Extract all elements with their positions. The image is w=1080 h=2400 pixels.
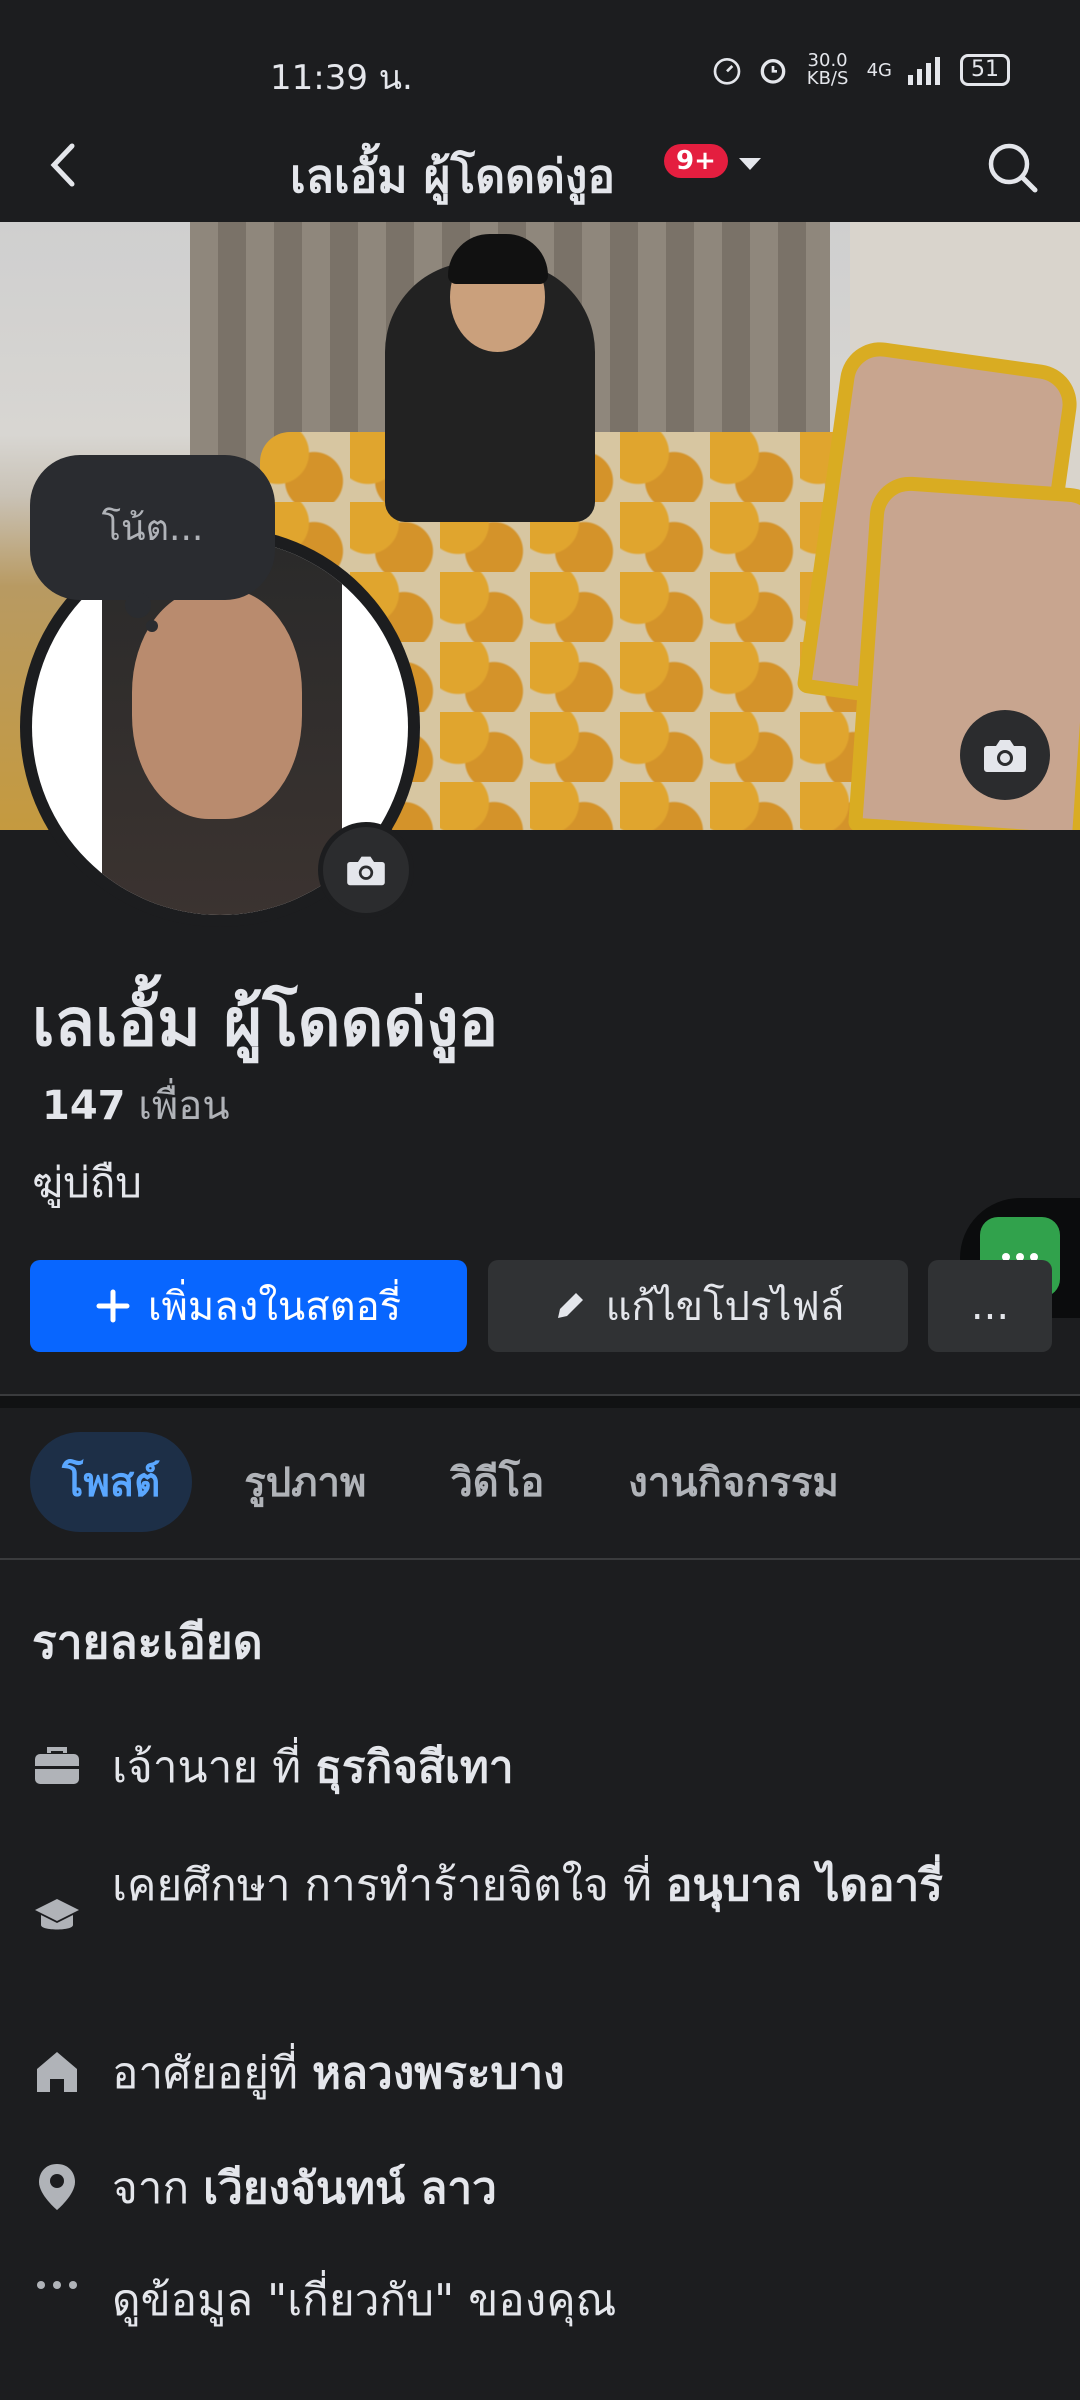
detail-about-link[interactable]: ดูข้อมูล "เกี่ยวกับ" ของคุณ [32,2270,992,2332]
plus-icon [96,1289,130,1323]
detail-work: เจ้านาย ที่ ธุรกิจสีเทา [32,1737,992,1799]
home-icon [32,2047,82,2097]
friends-number: 147 [42,1083,126,1129]
tab-videos[interactable]: วิดีโอ [418,1432,576,1532]
detail-from: จาก เวียงจันทน์ ลาว [32,2158,992,2220]
camera-icon [984,740,1026,772]
edit-avatar-button[interactable] [318,822,414,918]
signal-icon [908,57,940,85]
alarm-icon [760,59,785,84]
edit-profile-button[interactable]: แก้ไขโปรไฟล์ [488,1260,908,1352]
tabs-divider [0,1558,1080,1560]
search-icon [988,143,1038,193]
friends-count[interactable]: 147 เพื่อน [42,1073,230,1137]
edit-cover-button[interactable] [960,710,1050,800]
profile-bio: ฆู่บ่ถืบ [32,1158,142,1207]
lives-place[interactable]: หลวงพระบาง [312,2048,565,2099]
more-options-button[interactable]: ... [928,1260,1052,1352]
location-pin-icon [32,2162,82,2212]
page-title[interactable]: เลเอั้ม ผู้โดดด่งูอ [290,140,615,213]
speedometer-icon [713,57,740,85]
back-arrow-icon [50,143,75,187]
work-prefix: เจ้านาย ที่ [112,1742,316,1793]
education-prefix: เคยศึกษา การทำร้ายจิตใจ ที่ [112,1860,666,1911]
tab-events[interactable]: งานกิจกรรม [596,1432,871,1532]
edit-profile-label: แก้ไขโปรไฟล์ [605,1284,845,1330]
note-bubble-tail [125,592,151,618]
from-prefix: จาก [112,2163,204,2214]
cover-chair [847,474,1080,830]
top-nav: เลเอั้ม ผู้โดดด่งูอ 9+ [0,140,1080,224]
caret-down-icon [739,158,761,170]
tab-photos[interactable]: รูปภาพ [212,1432,398,1532]
from-place[interactable]: เวียงจันทน์ ลาว [203,2163,497,2214]
add-to-story-label: เพิ่มลงในสตอรี่ [147,1284,402,1330]
profile-switch-dropdown[interactable] [736,154,764,178]
back-button[interactable] [40,140,90,190]
about-link-text: ดูข้อมูล "เกี่ยวกับ" ของคุณ [112,2275,617,2326]
search-button[interactable] [985,140,1040,195]
pencil-icon [557,1293,583,1318]
work-place[interactable]: ธุรกิจสีเทา [315,1742,514,1793]
network-speed: 30.0 KB/S [806,50,849,89]
details-heading: รายละเอียด [32,1615,263,1669]
status-bar: 11:39 น. 30.0 KB/S 4G 51 [0,0,1080,140]
detail-lives-in: อาศัยอยู่ที่ หลวงพระบาง [32,2043,992,2105]
tab-posts[interactable]: โพสต์ [30,1432,193,1532]
friends-label: เพื่อน [138,1083,230,1129]
notification-badge: 9+ [664,144,728,178]
profile-tabs: โพสต์ รูปภาพ วิดีโอ งานกิจกรรม [30,1432,871,1532]
more-options-label: ... [970,1283,1010,1329]
briefcase-icon [32,1741,82,1791]
profile-name: เลเอั้ม ผู้โดดด่งูอ [32,984,499,1061]
status-icons: 30.0 KB/S 4G 51 [711,52,1010,88]
section-divider [0,1394,1080,1408]
more-dots-icon [32,2270,82,2300]
education-place[interactable]: อนุบาล ไดอารี่ [666,1860,943,1911]
camera-icon [347,856,385,886]
add-to-story-button[interactable]: เพิ่มลงในสตอรี่ [30,1260,467,1352]
note-bubble-tail [146,620,158,632]
battery-indicator: 51 [960,54,1010,86]
status-time: 11:39 น. [270,58,413,98]
network-type: 4G [866,59,892,81]
lives-prefix: อาศัยอยู่ที่ [112,2048,313,2099]
add-note-bubble[interactable]: โน้ต... [30,455,275,600]
detail-education: เคยศึกษา การทำร้ายจิตใจ ที่ อนุบาล ไดอาร… [32,1855,992,1941]
graduation-cap-icon [32,1891,82,1941]
